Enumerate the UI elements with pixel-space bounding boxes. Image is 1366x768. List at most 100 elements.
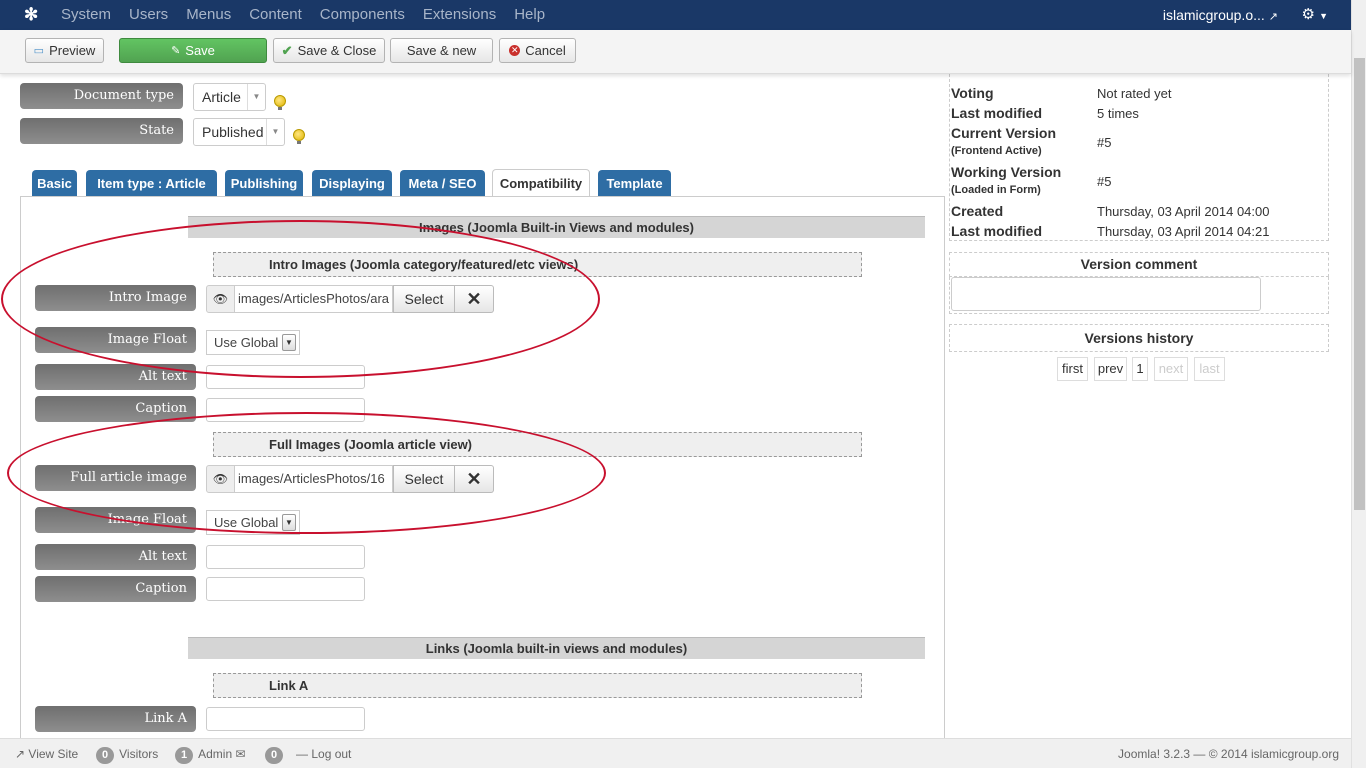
joomla-logo-icon[interactable]: ✻ [24,5,42,25]
scrollbar-thumb[interactable] [1354,58,1365,510]
menu-menus[interactable]: Menus [186,0,231,30]
tab-publishing[interactable]: Publishing [225,170,303,197]
external-link-icon: ↗ [1268,11,1278,23]
pagination-page-1[interactable]: 1 [1132,357,1148,381]
preview-button[interactable]: ▭ Preview [25,38,104,63]
menu-components[interactable]: Components [320,0,405,30]
user-menu-toggle[interactable]: ⚙ ▼ [1301,0,1328,31]
chevron-down-icon: ▼ [282,514,296,531]
document-type-value: Article [202,89,241,105]
save-close-button[interactable]: ✔ Save & Close [273,38,385,63]
full-image-path[interactable]: images/ArticlesPhotos/16 [235,465,393,493]
chevron-down-icon: ▼ [282,334,296,351]
admin-badge: 1 [175,747,194,764]
intro-image-path[interactable]: images/ArticlesPhotos/ara [235,285,393,313]
eye-icon[interactable]: 👁 [206,285,235,313]
document-type-select[interactable]: Article ▼ [193,83,266,111]
full-image-label: Full article image [35,465,196,491]
top-navbar: ✻ System Users Menus Content Components … [0,0,1366,30]
intro-images-header: Intro Images (Joomla category/featured/e… [213,252,862,277]
version-comment-input[interactable] [951,277,1261,311]
close-icon[interactable]: ✕ [455,465,494,493]
page-scrollbar[interactable] [1351,0,1366,768]
external-link-icon: ↗ [15,747,26,761]
pagination-first[interactable]: first [1057,357,1088,381]
voting-value: Not rated yet [1097,86,1172,101]
view-site-label: View Site [28,747,79,761]
full-alt-text-input[interactable] [206,545,365,569]
messages-status[interactable]: 0 [265,739,288,768]
status-footer: ↗ View Site 0 Visitors 1 Admin ✉ 0 — Log o… [0,738,1351,768]
menu-content[interactable]: Content [249,0,302,30]
visitors-label: Visitors [119,747,159,761]
cancel-icon: ✕ [509,45,521,56]
version-comment-header: Version comment [949,252,1329,277]
working-version-key: Working Version [951,164,1062,180]
full-caption-input[interactable] [206,577,365,601]
menu-help[interactable]: Help [514,0,545,30]
created-value: Thursday, 03 April 2014 04:00 [1097,204,1270,219]
alt-text-label: Alt text [35,544,196,570]
image-float-value: Use Global [214,515,279,530]
toolbar: ▭ Preview ✎ Save ✔ Save & Close Save & new … [0,30,1351,74]
lightbulb-icon[interactable] [274,95,286,110]
tab-displaying[interactable]: Displaying [312,170,392,197]
menu-system[interactable]: System [61,0,111,30]
current-version-key: Current Version [951,125,1057,141]
full-image-field: 👁 images/ArticlesPhotos/16 Select ✕ [206,465,494,493]
lightbulb-icon[interactable] [293,129,305,144]
site-link[interactable]: islamicgroup.o... ↗ [1163,0,1278,32]
state-label: State [20,118,183,144]
mail-icon: ✉ [235,747,246,761]
tab-meta-seo[interactable]: Meta / SEO [400,170,485,197]
chevron-down-icon: ▼ [266,119,284,145]
full-image-float-select[interactable]: Use Global ▼ [206,510,300,535]
intro-caption-input[interactable] [206,398,365,422]
state-value: Published [202,124,264,140]
document-type-label: Document type [20,83,183,109]
save-new-button[interactable]: Save & new [390,38,493,63]
chevron-down-icon: ▼ [247,84,265,110]
check-icon: ✔ [281,42,293,58]
links-section-header: Links (Joomla built-in views and modules… [188,637,925,659]
preview-label: Preview [49,43,96,58]
intro-image-select-button[interactable]: Select [393,285,455,313]
image-float-label: Image Float [35,507,196,533]
lastmod-key: Last modified [951,223,1043,239]
link-a-label: Link A [35,706,196,732]
tab-basic[interactable]: Basic [32,170,77,197]
image-float-label: Image Float [35,327,196,353]
voting-key: Voting [951,85,994,101]
image-float-value: Use Global [214,335,279,350]
working-version-sub: (Loaded in Form) [951,184,1041,196]
preview-icon: ▭ [33,45,45,57]
eye-icon[interactable]: 👁 [206,465,235,493]
current-version-sub: (Frontend Active) [951,145,1042,157]
close-icon[interactable]: ✕ [455,285,494,313]
intro-image-float-select[interactable]: Use Global ▼ [206,330,300,355]
menu-users[interactable]: Users [129,0,168,30]
save-new-label: Save & new [406,43,477,58]
admin-status: 1 Admin ✉ [175,739,246,768]
intro-alt-text-input[interactable] [206,365,365,389]
lastmod-value: Thursday, 03 April 2014 04:21 [1097,224,1270,239]
tab-template[interactable]: Template [598,170,671,197]
tab-item-type[interactable]: Item type : Article [86,170,217,197]
link-a-header: Link A [213,673,862,698]
pagination-prev[interactable]: prev [1094,357,1127,381]
menu-extensions[interactable]: Extensions [423,0,496,30]
full-image-select-button[interactable]: Select [393,465,455,493]
gear-icon: ⚙ [1301,6,1315,23]
view-site-link[interactable]: ↗ View Site [15,739,78,768]
logout-link[interactable]: — Log out [296,739,351,768]
caret-down-icon: ▼ [1319,11,1328,21]
images-section-header: Images (Joomla Built-in Views and module… [188,216,925,238]
minus-icon: — [296,747,308,761]
save-label: Save [185,43,215,58]
tab-compatibility[interactable]: Compatibility [492,169,590,197]
full-images-header: Full Images (Joomla article view) [213,432,862,457]
link-a-input[interactable] [206,707,365,731]
cancel-button[interactable]: ✕ Cancel [499,38,576,63]
save-button[interactable]: ✎ Save [119,38,267,63]
state-select[interactable]: Published ▼ [193,118,285,146]
